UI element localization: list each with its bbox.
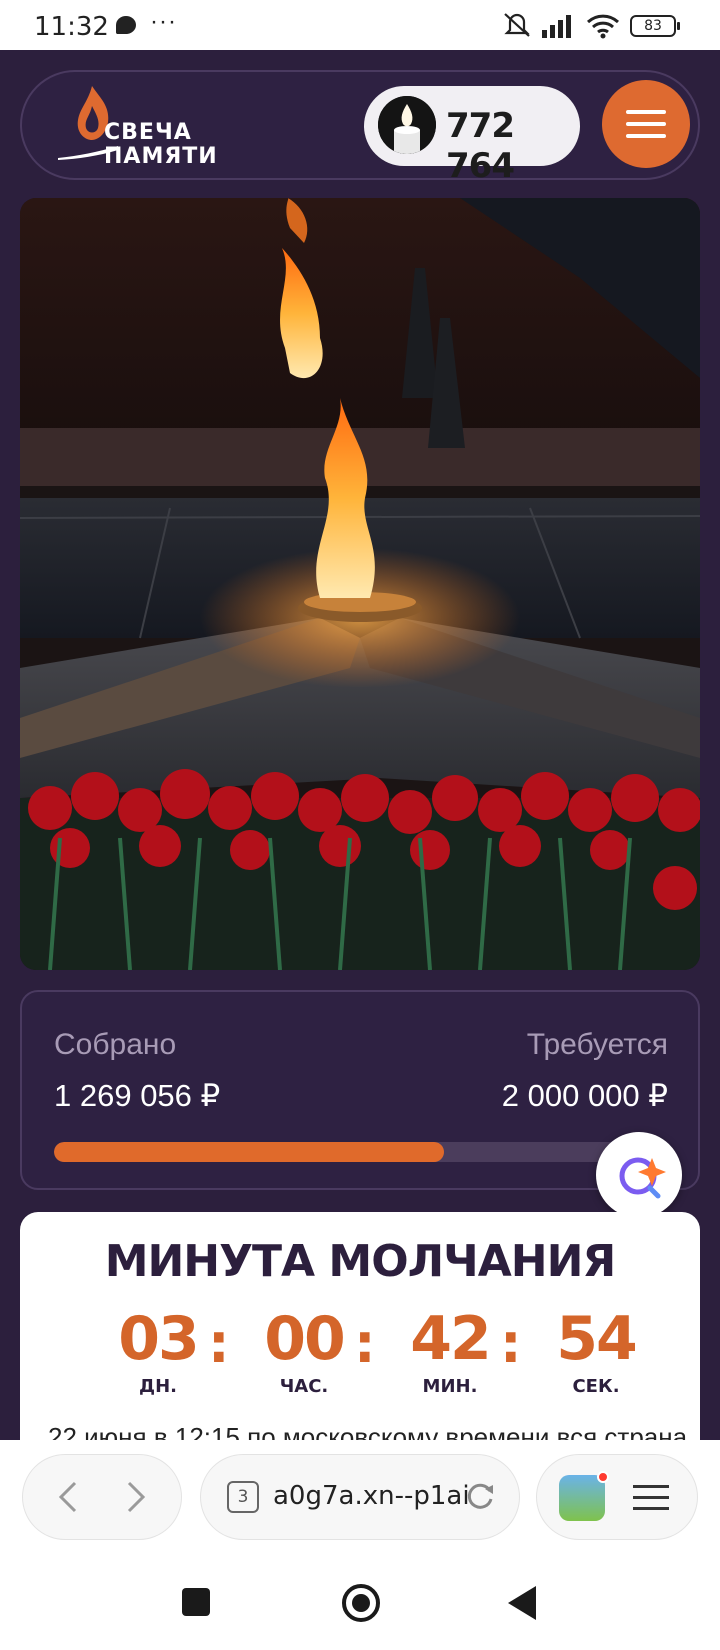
minutes-label: МИН. <box>422 1376 478 1397</box>
system-navigation <box>0 1550 720 1650</box>
recents-icon[interactable] <box>182 1588 210 1616</box>
back-icon[interactable] <box>508 1586 536 1620</box>
required-value: 2 000 000 ₽ <box>501 1078 668 1113</box>
days-label: ДН. <box>139 1376 177 1397</box>
clock: 11:32 <box>34 12 109 42</box>
browser-menu-icon[interactable] <box>633 1483 669 1513</box>
hamburger-line <box>626 134 666 138</box>
browser-toolbar: 3 a0g7a.xn--p1ai <box>0 1440 720 1550</box>
home-icon[interactable] <box>342 1584 380 1622</box>
seconds-label: СЕК. <box>572 1376 620 1397</box>
hours-label: ЧАС. <box>279 1376 329 1397</box>
progress-bar <box>54 1142 668 1162</box>
hamburger-menu-icon <box>626 110 666 114</box>
more-notifications: ··· <box>150 8 177 35</box>
candle-icon <box>378 96 436 154</box>
candle-count: 772 764 <box>446 106 515 186</box>
assistant-icon <box>619 1157 666 1199</box>
required-label: Требуется <box>526 1028 668 1061</box>
hours-value: 00 <box>264 1304 346 1374</box>
reload-icon[interactable] <box>463 1479 497 1513</box>
address-bar[interactable]: 3 a0g7a.xn--p1ai <box>200 1454 520 1540</box>
status-bar: 11:32 ··· 83 <box>0 0 720 50</box>
mute-icon <box>504 13 530 37</box>
logo-text-bottom: ПАМЯТИ <box>104 144 218 169</box>
tab-count[interactable]: 3 <box>227 1481 259 1513</box>
countdown-minutes: 42 МИН. <box>400 1306 500 1397</box>
candle-counter[interactable]: 772 764 <box>364 86 580 186</box>
battery-icon: 83 <box>630 15 680 37</box>
menu-button[interactable] <box>602 80 690 168</box>
signal-icon <box>542 15 571 38</box>
wifi-icon <box>586 14 620 39</box>
separator: : <box>354 1312 376 1375</box>
navigation-buttons <box>22 1454 182 1540</box>
forward-arrow-icon[interactable] <box>115 1477 155 1517</box>
back-arrow-icon[interactable] <box>49 1477 89 1517</box>
url-text[interactable]: a0g7a.xn--p1ai <box>273 1481 470 1511</box>
logo[interactable]: СВЕЧА ПАМЯТИ <box>58 84 218 169</box>
minute-of-silence-card: МИНУТА МОЛЧАНИЯ 03 ДН. : 00 ЧАС. : 42 МИ… <box>20 1212 700 1452</box>
countdown-days: 03 ДН. <box>108 1306 208 1397</box>
separator: : <box>208 1312 230 1375</box>
countdown-seconds: 54 СЕК. <box>546 1306 646 1397</box>
silence-title: МИНУТА МОЛЧАНИЯ <box>104 1236 617 1287</box>
progress-fill <box>54 1142 444 1162</box>
site-header: СВЕЧА ПАМЯТИ 772 764 <box>20 70 700 186</box>
hamburger-line <box>626 122 666 126</box>
seconds-value: 54 <box>556 1304 638 1374</box>
collected-label: Собрано <box>54 1028 177 1061</box>
days-value: 03 <box>118 1304 200 1374</box>
assistant-button[interactable] <box>596 1132 682 1218</box>
logo-swoosh <box>58 146 118 160</box>
chat-bubble-icon <box>116 16 136 34</box>
game-app-icon[interactable] <box>559 1471 609 1521</box>
collected-value: 1 269 056 ₽ <box>54 1078 221 1113</box>
notification-dot <box>597 1471 609 1483</box>
countdown-hours: 00 ЧАС. <box>254 1306 354 1397</box>
eternal-flame-photo <box>20 198 700 970</box>
separator: : <box>500 1312 522 1375</box>
minutes-value: 42 <box>410 1304 492 1374</box>
logo-text-top: СВЕЧА <box>104 120 192 145</box>
browser-actions <box>536 1454 698 1540</box>
